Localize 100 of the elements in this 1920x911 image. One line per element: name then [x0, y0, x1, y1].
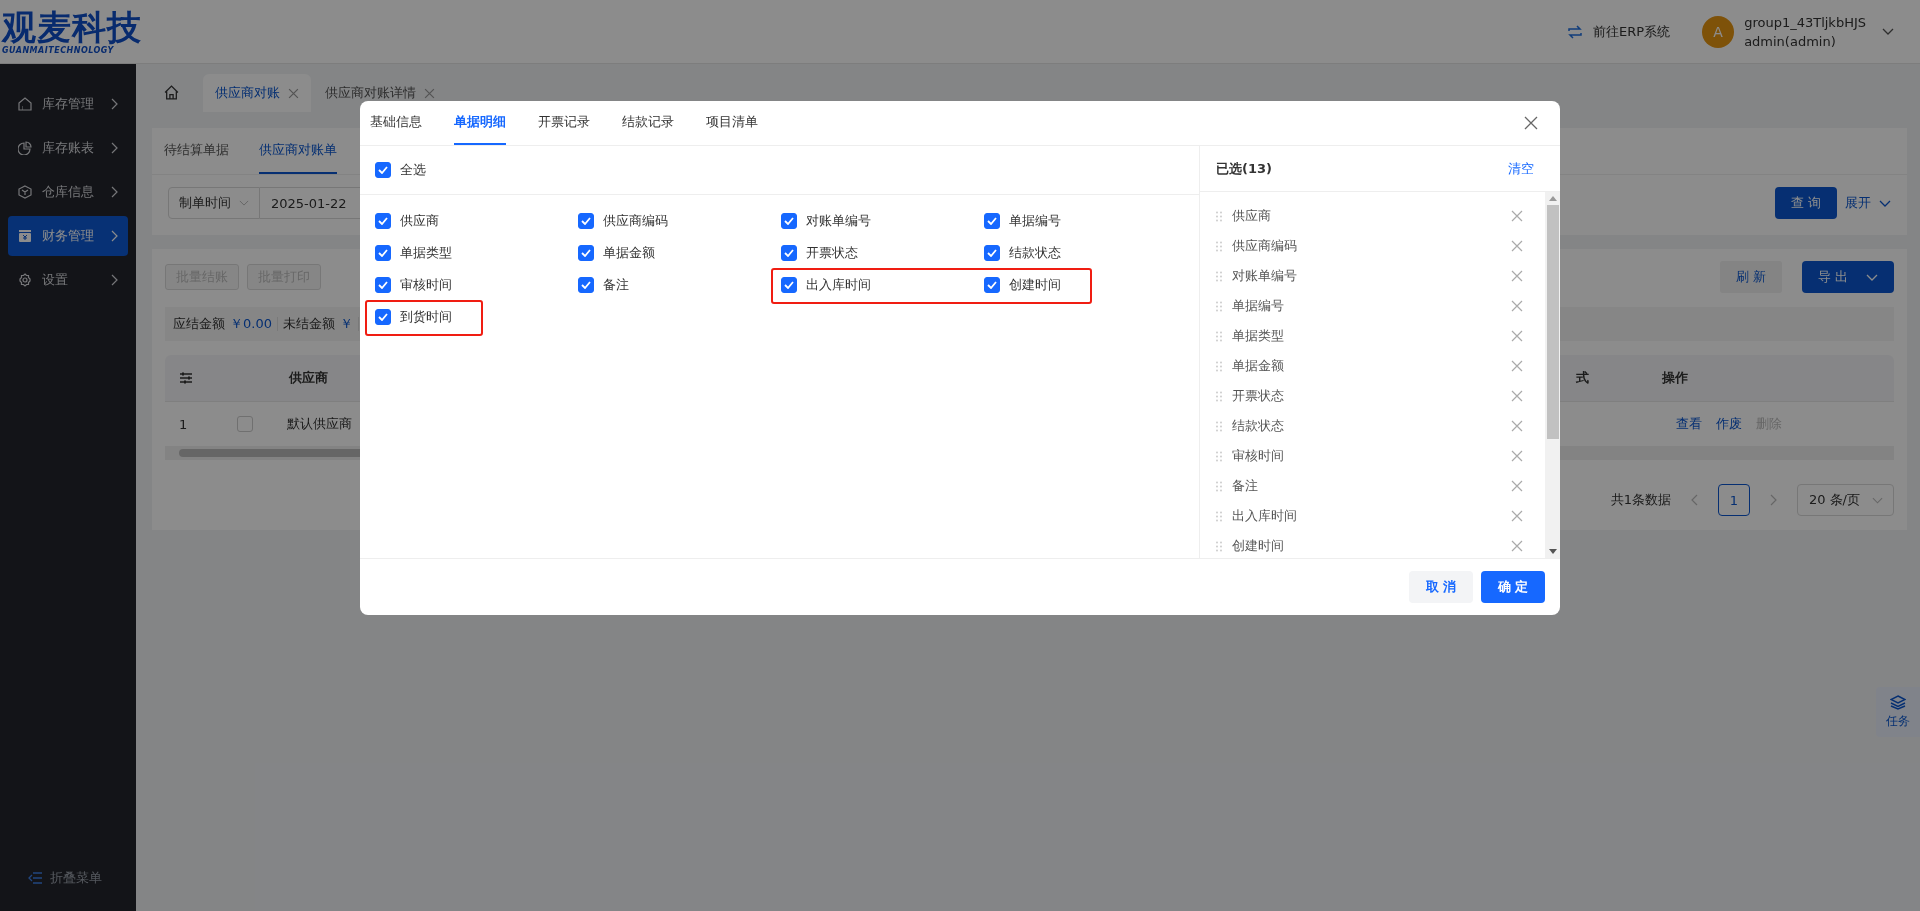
column-checkbox[interactable] [781, 277, 797, 293]
drag-handle-icon[interactable] [1216, 300, 1222, 312]
query-button[interactable]: 查 询 [1774, 187, 1837, 219]
column-checkbox[interactable] [375, 213, 391, 229]
check-icon [987, 281, 997, 289]
chevron-right-icon[interactable] [1769, 494, 1777, 506]
selected-column-item[interactable]: 备注 [1216, 471, 1545, 501]
column-header: 操作 [1662, 369, 1689, 387]
chevron-down-icon[interactable] [1882, 27, 1894, 36]
chevron-right-icon [111, 98, 118, 110]
selected-column-item[interactable]: 审核时间 [1216, 441, 1545, 471]
drag-handle-icon[interactable] [1216, 240, 1222, 252]
sidebar-item[interactable]: 仓库信息 [8, 172, 128, 212]
selected-column-item[interactable]: 单据编号 [1216, 291, 1545, 321]
drag-handle-icon[interactable] [1216, 270, 1222, 282]
checkbox-label: 到货时间 [400, 308, 452, 326]
sliders-icon[interactable] [179, 372, 193, 384]
column-checkbox[interactable] [781, 213, 797, 229]
sub-tab[interactable]: 供应商对账单 [259, 128, 337, 174]
column-checkbox[interactable] [984, 245, 1000, 261]
remove-icon[interactable] [1511, 450, 1523, 462]
column-header: 供应商 [287, 369, 329, 387]
column-checkbox[interactable] [375, 277, 391, 293]
sidebar-item[interactable]: 库存账表 [8, 128, 128, 168]
selected-column-item[interactable]: 供应商 [1216, 201, 1545, 231]
selected-column-item[interactable]: 单据类型 [1216, 321, 1545, 351]
dialog-tab[interactable]: 项目清单 [706, 101, 758, 145]
drag-handle-icon[interactable] [1216, 330, 1222, 342]
remove-icon[interactable] [1511, 480, 1523, 492]
column-checkbox[interactable] [984, 213, 1000, 229]
summary-label: 未结金额 [282, 315, 335, 333]
drag-handle-icon[interactable] [1216, 210, 1222, 222]
cancel-button[interactable]: 取 消 [1409, 571, 1473, 603]
column-checkbox[interactable] [375, 245, 391, 261]
remove-icon[interactable] [1511, 510, 1523, 522]
remove-icon[interactable] [1511, 300, 1523, 312]
close-icon[interactable] [1524, 116, 1538, 130]
triangle-down-icon[interactable] [1548, 549, 1557, 554]
home-icon[interactable] [164, 85, 179, 100]
sidebar-item[interactable]: 设置 [8, 260, 128, 300]
chevron-right-icon [111, 274, 118, 286]
chevron-left-icon[interactable] [1690, 494, 1698, 506]
drag-handle-icon[interactable] [1216, 390, 1222, 402]
page-tab[interactable]: 供应商对账 [203, 74, 311, 112]
sidebar-item[interactable]: 财务管理 [8, 216, 128, 256]
collapse-menu-button[interactable]: 折叠菜单 [0, 869, 136, 911]
dialog-tab[interactable]: 结款记录 [622, 101, 674, 145]
erp-link[interactable]: 前往ERP系统 [1567, 22, 1671, 41]
column-checkbox[interactable] [578, 213, 594, 229]
drag-handle-icon[interactable] [1216, 510, 1222, 522]
refresh-button[interactable]: 刷 新 [1719, 261, 1782, 293]
row-action-link[interactable]: 查看 [1676, 415, 1702, 433]
check-icon [378, 313, 388, 321]
drag-handle-icon[interactable] [1216, 450, 1222, 462]
expand-link[interactable]: 展开 [1845, 194, 1891, 212]
clear-link[interactable]: 清空 [1508, 159, 1534, 178]
selected-column-item[interactable]: 开票状态 [1216, 381, 1545, 411]
check-icon [581, 281, 591, 289]
column-checkbox[interactable] [984, 277, 1000, 293]
drag-handle-icon[interactable] [1216, 540, 1222, 552]
row-action-link[interactable]: 作废 [1716, 415, 1742, 433]
column-checkbox[interactable] [375, 309, 391, 325]
triangle-up-icon[interactable] [1548, 196, 1557, 201]
remove-icon[interactable] [1511, 540, 1523, 552]
vertical-scrollbar[interactable] [1545, 192, 1560, 558]
drag-handle-icon[interactable] [1216, 360, 1222, 372]
selected-column-item[interactable]: 结款状态 [1216, 411, 1545, 441]
column-checkbox[interactable] [781, 245, 797, 261]
column-checkbox[interactable] [578, 245, 594, 261]
selected-column-item[interactable]: 单据金额 [1216, 351, 1545, 381]
sidebar-item[interactable]: 库存管理 [8, 84, 128, 124]
remove-icon[interactable] [1511, 270, 1523, 282]
select-all-checkbox[interactable] [375, 162, 391, 178]
selected-column-item[interactable]: 供应商编码 [1216, 231, 1545, 261]
selected-column-item[interactable]: 对账单编号 [1216, 261, 1545, 291]
remove-icon[interactable] [1511, 420, 1523, 432]
logo: 观麦科技 GUANMAITECHNOLOGY [0, 8, 142, 55]
export-button[interactable]: 导 出 [1801, 261, 1894, 293]
remove-icon[interactable] [1511, 210, 1523, 222]
drag-handle-icon[interactable] [1216, 420, 1222, 432]
task-float-button[interactable]: 任务 [1876, 687, 1920, 737]
remove-icon[interactable] [1511, 330, 1523, 342]
selected-column-item[interactable]: 创建时间 [1216, 531, 1545, 558]
sub-tab[interactable]: 待结算单据 [164, 128, 229, 174]
remove-icon[interactable] [1511, 240, 1523, 252]
confirm-button[interactable]: 确 定 [1481, 571, 1545, 603]
page-number[interactable]: 1 [1717, 484, 1750, 516]
drag-handle-icon[interactable] [1216, 480, 1222, 492]
remove-icon[interactable] [1511, 390, 1523, 402]
chevron-right-icon [111, 230, 118, 242]
remove-icon[interactable] [1511, 360, 1523, 372]
dialog-tab[interactable]: 单据明细 [454, 101, 506, 145]
selected-column-item[interactable]: 出入库时间 [1216, 501, 1545, 531]
date-type-select[interactable]: 制单时间 [168, 187, 260, 219]
row-checkbox[interactable] [237, 416, 253, 432]
dialog-tab[interactable]: 开票记录 [538, 101, 590, 145]
check-icon [378, 249, 388, 257]
column-checkbox[interactable] [578, 277, 594, 293]
menu-fold-icon [28, 872, 42, 884]
page-size-select[interactable]: 20 条/页 [1796, 484, 1894, 516]
